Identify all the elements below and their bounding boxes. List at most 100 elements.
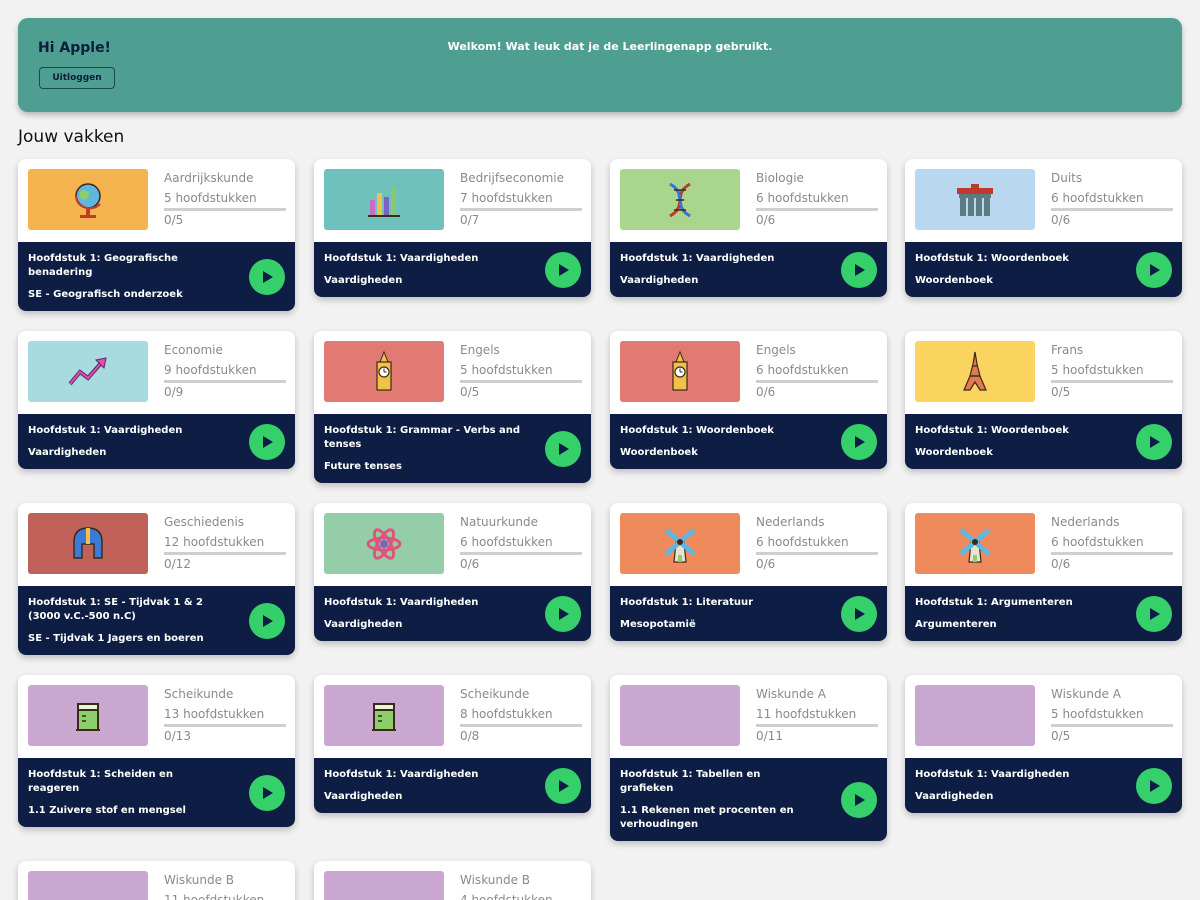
- card-header: Economie 9 hoofdstukken 0/9: [18, 331, 295, 414]
- chapter-title: Hoofdstuk 1: Vaardigheden: [915, 769, 1070, 780]
- big-ben-icon: [362, 350, 406, 394]
- course-subject: Wiskunde A: [1051, 687, 1122, 701]
- chapter-title: Hoofdstuk 1: Grammar - Verbs and tenses: [324, 425, 521, 450]
- course-card[interactable]: Aardrijkskunde 5 hoofdstukken 0/5 Hoofdstuk…: [18, 159, 295, 311]
- course-chapter-count: 13 hoofdstukken: [164, 707, 265, 721]
- progress-bar: [460, 724, 582, 727]
- course-progress: 0/5: [460, 385, 480, 399]
- play-button[interactable]: [1136, 423, 1172, 460]
- progress-bar: [460, 380, 582, 383]
- play-icon: [555, 441, 571, 457]
- course-chapter-count: 7 hoofdstukken: [460, 191, 553, 205]
- progress-bar: [1051, 208, 1173, 211]
- play-button[interactable]: [249, 774, 285, 811]
- course-card[interactable]: Scheikunde 8 hoofdstukken 0/8 Hoofdstuk 1: …: [314, 675, 591, 813]
- progress-bar: [1051, 724, 1173, 727]
- current-chapter-panel: Hoofdstuk 1: Vaardigheden Vaardigheden: [905, 758, 1182, 813]
- play-button[interactable]: [1136, 595, 1172, 632]
- play-button[interactable]: [1136, 251, 1172, 288]
- windmill-icon: [658, 522, 702, 566]
- section-name: Mesopotamië: [620, 619, 696, 630]
- course-card[interactable]: Economie 9 hoofdstukken 0/9 Hoofdstuk 1: Va…: [18, 331, 295, 469]
- course-thumbnail: [28, 513, 148, 574]
- course-card[interactable]: Engels 5 hoofdstukken 0/5 Hoofdstuk 1: Gram…: [314, 331, 591, 483]
- play-button[interactable]: [545, 595, 581, 632]
- course-card[interactable]: Wiskunde A 5 hoofdstukken 0/5 Hoofdstuk 1: …: [905, 675, 1182, 813]
- course-thumbnail: [915, 513, 1035, 574]
- course-progress: 0/13: [164, 729, 191, 743]
- card-header: Wiskunde B 4 hoofdstukken: [314, 861, 591, 900]
- course-progress: 0/7: [460, 213, 480, 227]
- course-chapter-count: 9 hoofdstukken: [164, 363, 257, 377]
- play-button[interactable]: [249, 258, 285, 295]
- play-icon: [851, 792, 867, 808]
- play-button[interactable]: [545, 251, 581, 288]
- course-thumbnail: [915, 341, 1035, 402]
- course-subject: Engels: [460, 343, 500, 357]
- card-header: Bedrijfseconomie 7 hoofdstukken 0/7: [314, 159, 591, 242]
- course-card[interactable]: Wiskunde B 4 hoofdstukken: [314, 861, 591, 900]
- card-header: Wiskunde B 11 hoofdstukken: [18, 861, 295, 900]
- course-progress: 0/6: [1051, 557, 1071, 571]
- chapter-title: Hoofdstuk 1: Geografische benadering: [28, 253, 178, 278]
- card-header: Wiskunde A 11 hoofdstukken 0/11: [610, 675, 887, 758]
- course-thumbnail: [324, 685, 444, 746]
- course-progress: 0/6: [756, 557, 776, 571]
- course-subject: Wiskunde B: [460, 873, 531, 887]
- play-button[interactable]: [841, 423, 877, 460]
- play-icon: [259, 434, 275, 450]
- play-button[interactable]: [249, 423, 285, 460]
- course-thumbnail: [28, 871, 148, 900]
- course-card[interactable]: Scheikunde 13 hoofdstukken 0/13 Hoofdstuk 1…: [18, 675, 295, 827]
- play-button[interactable]: [249, 602, 285, 639]
- chapter-title: Hoofdstuk 1: Vaardigheden: [324, 253, 479, 264]
- course-card[interactable]: Engels 6 hoofdstukken 0/6 Hoofdstuk 1: Woor…: [610, 331, 887, 469]
- play-button[interactable]: [545, 430, 581, 467]
- course-card[interactable]: Frans 5 hoofdstukken 0/5 Hoofdstuk 1: Woord…: [905, 331, 1182, 469]
- play-icon: [1146, 262, 1162, 278]
- course-progress: 0/6: [460, 557, 480, 571]
- course-thumbnail: [915, 685, 1035, 746]
- course-grid: Aardrijkskunde 5 hoofdstukken 0/5 Hoofdstuk…: [0, 0, 1200, 900]
- course-subject: Economie: [164, 343, 223, 357]
- card-header: Natuurkunde 6 hoofdstukken 0/6: [314, 503, 591, 586]
- course-card[interactable]: Biologie 6 hoofdstukken 0/6 Hoofdstuk 1: Va…: [610, 159, 887, 297]
- course-card[interactable]: Natuurkunde 6 hoofdstukken 0/6 Hoofdstuk 1:…: [314, 503, 591, 641]
- course-card[interactable]: Wiskunde A 11 hoofdstukken 0/11 Hoofdstuk 1…: [610, 675, 887, 841]
- course-card[interactable]: Bedrijfseconomie 7 hoofdstukken 0/7 Hoofdst…: [314, 159, 591, 297]
- chapter-title: Hoofdstuk 1: Woordenboek: [915, 425, 1069, 436]
- section-name: Vaardigheden: [324, 275, 403, 286]
- course-card[interactable]: Nederlands 6 hoofdstukken 0/6 Hoofdstuk 1: …: [905, 503, 1182, 641]
- course-card[interactable]: Duits 6 hoofdstukken 0/6 Hoofdstuk 1: Woord…: [905, 159, 1182, 297]
- progress-bar: [164, 724, 286, 727]
- current-chapter-panel: Hoofdstuk 1: Vaardigheden Vaardigheden: [610, 242, 887, 297]
- card-header: Nederlands 6 hoofdstukken 0/6: [905, 503, 1182, 586]
- play-icon: [851, 262, 867, 278]
- play-button[interactable]: [1136, 767, 1172, 804]
- course-chapter-count: 5 hoofdstukken: [460, 363, 553, 377]
- course-card[interactable]: Nederlands 6 hoofdstukken 0/6 Hoofdstuk 1: …: [610, 503, 887, 641]
- card-header: Geschiedenis 12 hoofdstukken 0/12: [18, 503, 295, 586]
- current-chapter-panel: Hoofdstuk 1: Geografische benadering SE -…: [18, 242, 295, 311]
- card-header: Scheikunde 8 hoofdstukken 0/8: [314, 675, 591, 758]
- play-button[interactable]: [841, 781, 877, 818]
- course-chapter-count: 12 hoofdstukken: [164, 535, 265, 549]
- play-button[interactable]: [841, 595, 877, 632]
- course-progress: 0/6: [756, 385, 776, 399]
- course-chapter-count: 6 hoofdstukken: [460, 535, 553, 549]
- course-subject: Biologie: [756, 171, 804, 185]
- play-icon: [259, 613, 275, 629]
- course-card[interactable]: Wiskunde B 11 hoofdstukken: [18, 861, 295, 900]
- course-subject: Wiskunde A: [756, 687, 827, 701]
- play-icon: [1146, 606, 1162, 622]
- course-subject: Bedrijfseconomie: [460, 171, 564, 185]
- course-subject: Wiskunde B: [164, 873, 235, 887]
- course-card[interactable]: Geschiedenis 12 hoofdstukken 0/12 Hoofdstuk…: [18, 503, 295, 655]
- section-name: 1.1 Zuivere stof en mengsel: [28, 805, 186, 816]
- play-icon: [555, 606, 571, 622]
- course-chapter-count: 6 hoofdstukken: [756, 535, 849, 549]
- section-name: 1.1 Rekenen met procenten en verhoudinge…: [620, 805, 794, 830]
- play-button[interactable]: [545, 767, 581, 804]
- play-button[interactable]: [841, 251, 877, 288]
- progress-bar: [1051, 552, 1173, 555]
